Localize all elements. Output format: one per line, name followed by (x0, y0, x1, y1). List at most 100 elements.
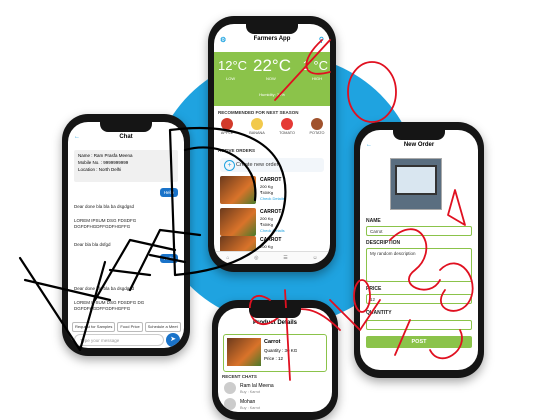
explore-icon[interactable]: ◎ (254, 252, 258, 264)
neworder-header: ← New Order (360, 142, 478, 154)
phone-notch (393, 130, 445, 140)
humidity: Humidity: 35% (259, 92, 285, 97)
order-price: ₹40/Kg (260, 190, 273, 195)
product-header: Product Details (252, 320, 297, 326)
contact-mobile: Mobile No. : 9999999999 (78, 160, 129, 165)
farmers-title: Farmers App (253, 36, 291, 42)
recent-chat-item[interactable]: Mohan Buy : Karrot (224, 398, 326, 412)
phone-notch (249, 308, 301, 318)
neworder-screen: ← New Order NAME Carrot DESCRIPTION My r… (360, 130, 478, 370)
plus-icon: + (224, 160, 235, 171)
message-received: LOREM IPSUM DSG FDSDFG DGFDFHGDFFGDFHGFF… (74, 218, 137, 229)
order-qty: 200 Kg (260, 184, 273, 189)
neworder-phone: ← New Order NAME Carrot DESCRIPTION My r… (354, 122, 484, 378)
chat-header: ← Chat (68, 134, 184, 148)
quick-reply-price[interactable]: Food Price (117, 322, 143, 332)
quantity-field[interactable] (366, 320, 472, 330)
order-qty: 200 Kg (260, 244, 273, 249)
message-sent: Hello (159, 254, 178, 263)
order-details-link[interactable]: Check Details (260, 196, 285, 201)
price-field[interactable]: 12 (366, 294, 472, 304)
crop-label: TOMATO (279, 131, 295, 135)
active-orders-label: ACTIVE ORDERS (218, 148, 256, 153)
user-icon[interactable]: ⚲ (319, 36, 324, 44)
message-received: Dear bla bla dsfgd (74, 242, 111, 247)
contact-info: Name : Ram Prasfa Meena Mobile No. : 999… (74, 150, 178, 182)
order-photo[interactable] (390, 158, 442, 210)
quantity-label: QUANTITY (366, 310, 392, 316)
high-label: HIGH (312, 76, 322, 81)
contact-location: Location : North Delhi (78, 167, 122, 172)
message-sent: Hello (159, 188, 178, 197)
product-quantity: Quantity : 30 KG (264, 348, 298, 353)
carrot-image (227, 338, 261, 366)
chat-title: Chat (119, 134, 133, 140)
description-field[interactable]: My random description (366, 248, 472, 282)
bottom-nav: ⌂ ◎ ☰ ☺ (214, 251, 330, 264)
profile-icon[interactable]: ☺ (313, 252, 318, 264)
potato-icon (311, 118, 323, 130)
tomato-icon (281, 118, 293, 130)
crop-banana[interactable]: BANANA (248, 118, 266, 135)
banana-icon (251, 118, 263, 130)
product-phone: Product Details Carrot Quantity : 30 KG … (212, 300, 338, 420)
name-field[interactable]: Carrot (366, 226, 472, 236)
chat-phone: ← Chat Name : Ram Prasfa Meena Mobile No… (62, 114, 190, 356)
phone-notch (246, 24, 298, 34)
high-temp: 1 °C (302, 58, 328, 73)
order-card[interactable]: CARROT 200 Kg ₹40/Kg Check Details (220, 176, 324, 206)
crop-label: APPLE (220, 131, 234, 135)
photo-content (395, 165, 437, 195)
menu-icon[interactable]: ☰ (283, 252, 287, 264)
home-icon[interactable]: ⌂ (226, 252, 229, 264)
message-input[interactable]: Type your message (74, 334, 164, 346)
order-details-link[interactable]: Check Details (260, 228, 285, 233)
order-name: CARROT (260, 209, 282, 215)
crop-potato[interactable]: POTATO (308, 118, 326, 135)
neworder-title: New Order (403, 142, 435, 148)
arrow-left-icon[interactable]: ← (366, 142, 372, 148)
avatar (224, 382, 236, 394)
weather-panel: 12°C LOW 22°C NOW 1 °C HIGH Humidity: 35… (214, 52, 330, 106)
chat-sub: Buy : Karrot (240, 390, 261, 394)
carrot-image (220, 176, 256, 204)
quick-reply-meet[interactable]: Schedule a Meet (144, 322, 181, 332)
chat-name: Ram lal Meena (240, 383, 274, 389)
price-label: PRICE (366, 286, 382, 292)
recent-chat-item[interactable]: Ram lal Meena Buy : Karrot (224, 382, 326, 396)
create-order-button[interactable]: + Create new order (220, 158, 324, 172)
create-order-label: Create new order (236, 162, 279, 168)
crop-list: APPLE BANANA TOMATO POTATO (218, 118, 326, 135)
order-card[interactable]: CARROT 200 Kg ₹40/Kg Check Details (220, 208, 324, 238)
order-qty: 200 Kg (260, 216, 273, 221)
crop-apple[interactable]: APPLE (218, 118, 236, 135)
chat-sub: Buy : Karrot (240, 406, 261, 410)
product-card: Carrot Quantity : 30 KG Price : 12 (223, 334, 327, 372)
description-label: DESCRIPTION (366, 240, 401, 246)
chat-screen: ← Chat Name : Ram Prasfa Meena Mobile No… (68, 122, 184, 348)
product-price: Price : 12 (264, 356, 284, 361)
send-icon[interactable]: ➤ (166, 333, 180, 347)
message-received: LOREM IPSUM DSG FDSDFG DG DGFDFHGDFFGDFH… (74, 300, 145, 311)
recommended-label: RECOMMENDED FOR NEXT SEASON (218, 110, 299, 115)
message-received: Dear done bla bla ba dsgdgsd (74, 204, 135, 209)
now-label: NOW (266, 76, 276, 81)
order-name: CARROT (260, 177, 282, 183)
arrow-left-icon[interactable]: ← (74, 134, 80, 140)
contact-name: Name : Ram Prasfa Meena (78, 153, 133, 158)
post-button[interactable]: POST (366, 336, 472, 348)
message-received: Dear done bla bla ba dsgdgsd (74, 286, 135, 291)
order-name: CARROT (260, 237, 282, 243)
crop-label: BANANA (249, 131, 265, 135)
name-label: NAME (366, 218, 381, 224)
farmers-phone: ⚙ Farmers App ⚲ 12°C LOW 22°C NOW 1 °C H… (208, 16, 336, 272)
product-name: Carrot (264, 339, 281, 345)
farmers-header: ⚙ Farmers App ⚲ (214, 36, 330, 50)
crop-label: POTATO (309, 131, 325, 135)
gear-icon[interactable]: ⚙ (220, 36, 226, 44)
crop-tomato[interactable]: TOMATO (278, 118, 296, 135)
product-screen: Product Details Carrot Quantity : 30 KG … (218, 308, 332, 412)
order-price: ₹40/Kg (260, 222, 273, 227)
quick-reply-samples[interactable]: Request for Samples (72, 322, 116, 332)
recent-chats-label: RECENT CHATS (222, 374, 257, 379)
